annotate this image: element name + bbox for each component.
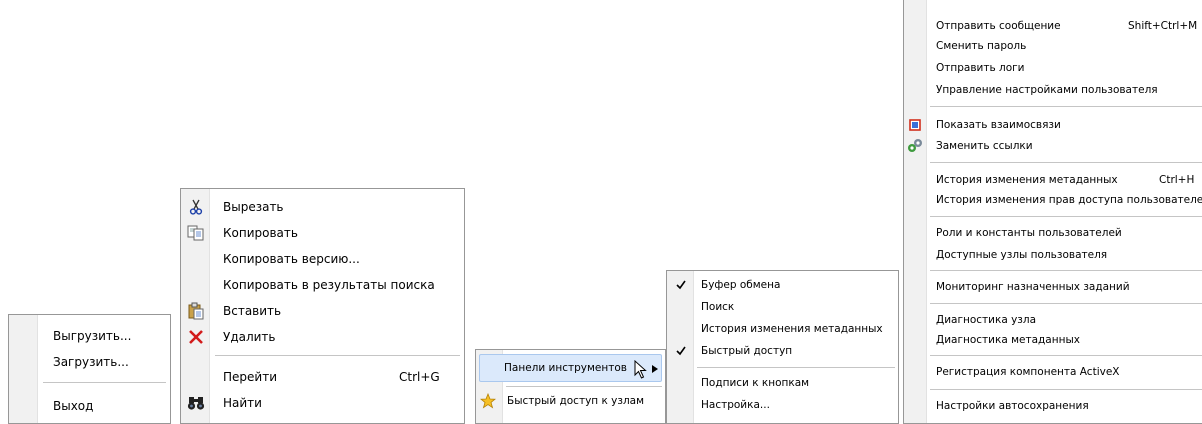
- menu-item-quick-access[interactable]: Быстрый доступ к узлам: [476, 390, 665, 412]
- menu-item-label: Вырезать: [223, 200, 284, 214]
- menu-item-captions[interactable]: Подписи к кнопкам: [667, 372, 898, 394]
- menu-item-roles-constants[interactable]: Роли и константы пользователей: [904, 223, 1202, 243]
- edit-menu: Вырезать Копировать Копировать версию...…: [180, 188, 465, 424]
- menu-item-label: Отправить сообщение: [936, 20, 1061, 32]
- view-menu: Панели инструментов Быстрый доступ к узл…: [475, 349, 666, 424]
- menu-separator: [930, 216, 1202, 217]
- file-menu: Выгрузить... Загрузить... Выход: [8, 314, 171, 424]
- menu-item-find[interactable]: Найти: [181, 392, 464, 414]
- menu-item-label: Диагностика метаданных: [936, 334, 1080, 346]
- menu-item-history[interactable]: История изменения метаданных: [667, 318, 898, 340]
- menu-separator: [215, 355, 460, 356]
- menu-item-export[interactable]: Выгрузить...: [9, 325, 170, 347]
- menu-item-label: Вставить: [223, 304, 282, 318]
- menu-item-autosave-settings[interactable]: Настройки автосохранения: [904, 396, 1202, 416]
- menu-item-label: Настройка...: [701, 399, 770, 411]
- menu-item-goto[interactable]: Перейти Ctrl+G: [181, 366, 464, 388]
- copy-icon: [187, 225, 205, 241]
- tools-menu: Отправить сообщение Shift+Ctrl+M Сменить…: [903, 0, 1202, 424]
- relations-icon: [908, 118, 922, 132]
- menu-separator: [930, 389, 1202, 390]
- menu-item-label: Копировать в результаты поиска: [223, 278, 435, 292]
- menu-item-activex-registration[interactable]: Регистрация компонента ActiveX: [904, 362, 1202, 382]
- menu-item-label: Выход: [53, 399, 94, 413]
- menu-item-quick[interactable]: Быстрый доступ: [667, 340, 898, 362]
- menu-item-shortcut: Ctrl+G: [399, 370, 440, 384]
- menu-item-label: Загрузить...: [53, 355, 129, 369]
- menu-item-shortcut: Ctrl+H: [1159, 174, 1195, 186]
- menu-item-label: Удалить: [223, 330, 276, 344]
- menu-item-label: Быстрый доступ: [701, 345, 793, 357]
- menu-item-label: Заменить ссылки: [936, 140, 1033, 152]
- menu-item-label: Доступные узлы пользователя: [936, 249, 1108, 261]
- menu-item-clipboard[interactable]: Буфер обмена: [667, 274, 898, 296]
- scissors-icon: [188, 199, 204, 215]
- menu-item-metadata-diagnostics[interactable]: Диагностика метаданных: [904, 330, 1202, 350]
- menu-item-cut[interactable]: Вырезать: [181, 196, 464, 218]
- menu-item-available-nodes[interactable]: Доступные узлы пользователя: [904, 245, 1202, 265]
- menu-item-label: История изменения метаданных: [701, 323, 883, 335]
- menu-item-label: Копировать версию...: [223, 252, 360, 266]
- menu-item-label: Показать взаимосвязи: [936, 119, 1061, 131]
- menu-item-copy-to-search[interactable]: Копировать в результаты поиска: [181, 274, 464, 296]
- menu-item-show-relations[interactable]: Показать взаимосвязи: [904, 115, 1202, 135]
- menu-item-settings[interactable]: Настройка...: [667, 394, 898, 416]
- menu-item-label: Диагностика узла: [936, 314, 1037, 326]
- delete-x-icon: [188, 329, 204, 345]
- menu-item-task-monitoring[interactable]: Мониторинг назначенных заданий: [904, 277, 1202, 297]
- menu-item-label: Буфер обмена: [701, 279, 781, 291]
- menu-separator: [930, 303, 1202, 304]
- menu-item-label: Управление настройками пользователя: [936, 84, 1158, 96]
- menu-separator: [697, 367, 895, 368]
- menu-item-label: Регистрация компонента ActiveX: [936, 366, 1120, 378]
- menu-item-label: Выгрузить...: [53, 329, 132, 343]
- submenu-arrow-icon: [651, 364, 659, 374]
- checkmark-icon: [675, 345, 687, 357]
- menu-separator: [506, 386, 662, 387]
- paste-icon: [187, 302, 205, 320]
- menu-item-metadata-history[interactable]: История изменения метаданных Ctrl+H: [904, 170, 1202, 190]
- menu-item-label: Настройки автосохранения: [936, 400, 1089, 412]
- menu-item-search[interactable]: Поиск: [667, 296, 898, 318]
- menu-item-label: История изменения прав доступа пользоват…: [936, 194, 1202, 206]
- menu-item-label: Копировать: [223, 226, 298, 240]
- menu-separator: [930, 106, 1202, 107]
- menu-item-user-settings[interactable]: Управление настройками пользователя: [904, 80, 1202, 100]
- toolbars-submenu: Буфер обмена Поиск История изменения мет…: [666, 270, 899, 424]
- menu-separator: [930, 355, 1202, 356]
- menu-item-import[interactable]: Загрузить...: [9, 351, 170, 373]
- menu-item-shortcut: Shift+Ctrl+M: [1128, 20, 1198, 32]
- checkmark-icon: [675, 279, 687, 291]
- menu-item-copy[interactable]: Копировать: [181, 222, 464, 244]
- menu-separator: [930, 270, 1202, 271]
- menu-item-label: Найти: [223, 396, 262, 410]
- mouse-cursor-icon: [634, 359, 652, 382]
- menu-item-label: Быстрый доступ к узлам: [507, 395, 645, 407]
- menu-item-paste[interactable]: Вставить: [181, 300, 464, 322]
- star-icon: [480, 393, 496, 409]
- replace-links-icon: [906, 137, 924, 155]
- menu-separator: [43, 382, 166, 383]
- menu-item-label: Панели инструментов: [504, 362, 627, 374]
- menu-separator: [930, 162, 1202, 163]
- menu-item-label: Перейти: [223, 370, 277, 384]
- menu-item-access-history[interactable]: История изменения прав доступа пользоват…: [904, 190, 1202, 210]
- menu-item-delete[interactable]: Удалить: [181, 326, 464, 348]
- menu-item-send-logs[interactable]: Отправить логи: [904, 58, 1202, 78]
- menu-item-label: Отправить логи: [936, 62, 1025, 74]
- menu-item-label: Роли и константы пользователей: [936, 227, 1122, 239]
- binoculars-icon: [187, 395, 205, 411]
- menu-item-label: Мониторинг назначенных заданий: [936, 281, 1130, 293]
- menu-item-node-diagnostics[interactable]: Диагностика узла: [904, 310, 1202, 330]
- menu-item-label: Подписи к кнопкам: [701, 377, 810, 389]
- menu-item-replace-links[interactable]: Заменить ссылки: [904, 136, 1202, 156]
- menu-item-change-password[interactable]: Сменить пароль: [904, 36, 1202, 56]
- menu-item-copy-version[interactable]: Копировать версию...: [181, 248, 464, 270]
- menu-item-send-message[interactable]: Отправить сообщение Shift+Ctrl+M: [904, 16, 1202, 36]
- menu-item-label: Поиск: [701, 301, 735, 313]
- menu-item-label: Сменить пароль: [936, 40, 1027, 52]
- menu-item-label: История изменения метаданных: [936, 174, 1118, 186]
